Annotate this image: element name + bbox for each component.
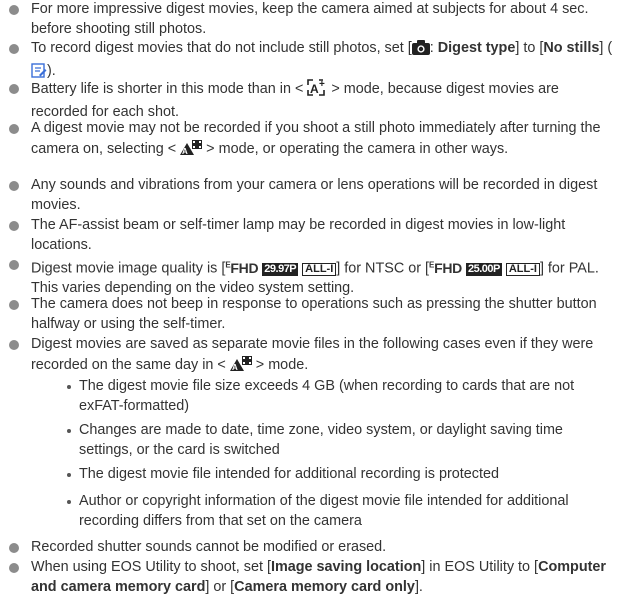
note-5: Any sounds and vibrations from your came… — [31, 177, 598, 213]
bullet — [9, 221, 19, 231]
sub-bullet — [67, 429, 71, 433]
note-1: For more impressive digest movies, keep … — [31, 0, 616, 39]
compression-all-i-icon: ALL-I — [505, 262, 540, 276]
note-9: Digest movies are saved as separate movi… — [31, 335, 616, 378]
svg-text:A: A — [182, 147, 188, 156]
bullet — [9, 300, 19, 310]
bullet — [9, 563, 19, 573]
note-6: The AF-assist beam or self-timer lamp ma… — [31, 217, 566, 253]
image-saving-location-label: Image saving location — [270, 559, 422, 575]
note-10: Recorded shutter sounds cannot be modifi… — [31, 539, 387, 555]
note-8: The camera does not beep in response to … — [31, 296, 597, 332]
bullet — [9, 44, 19, 54]
fhd-size-icon: EFHD — [429, 259, 462, 276]
svg-text:+: + — [319, 79, 325, 90]
frame-rate-25-00p-icon: 25.00P — [465, 262, 502, 276]
sub-bullet — [67, 385, 71, 389]
frame-rate-29-97p-icon: 29.97P — [262, 262, 299, 276]
bullet — [9, 543, 19, 553]
svg-text:A: A — [310, 82, 319, 96]
no-stills-label: No stills — [543, 40, 600, 56]
subnote-4: Author or copyright information of the d… — [79, 493, 569, 529]
bullet — [9, 84, 19, 94]
hybrid-auto-mode-icon: A — [229, 355, 252, 379]
bullet — [9, 340, 19, 350]
hybrid-auto-mode-icon: A — [180, 139, 203, 163]
fhd-size-icon: EFHD — [225, 259, 259, 276]
subnote-1: The digest movie file size exceeds 4 GB … — [79, 378, 575, 414]
digest-type-label: Digest type — [437, 40, 516, 56]
note-text: For more impressive digest movies, keep … — [31, 1, 589, 37]
scene-intelligent-auto-plus-icon: A + — [307, 79, 327, 103]
camera-icon — [411, 40, 430, 62]
subnote-3: The digest movie file intended for addit… — [79, 466, 499, 482]
svg-text:A: A — [232, 363, 238, 372]
sub-bullet — [67, 473, 71, 477]
note-7: Digest movie image quality is [EFHD 29.9… — [31, 259, 599, 297]
bullet — [9, 124, 19, 134]
sub-bullet — [67, 500, 71, 504]
note-4: A digest movie may not be recorded if yo… — [31, 119, 616, 162]
document-page: For more impressive digest movies, keep … — [0, 0, 621, 601]
note-2: To record digest movies that do not incl… — [31, 39, 616, 84]
bullet — [9, 181, 19, 191]
card-only-label: Camera memory card only — [234, 578, 415, 595]
note-11: When using EOS Utility to shoot, set [Im… — [31, 559, 607, 595]
bullet — [9, 260, 19, 270]
subnote-2: Changes are made to date, time zone, vid… — [79, 422, 563, 458]
bullet — [9, 5, 19, 15]
note-3: Battery life is shorter in this mode tha… — [31, 79, 559, 120]
compression-all-i-icon: ALL-I — [302, 262, 337, 276]
